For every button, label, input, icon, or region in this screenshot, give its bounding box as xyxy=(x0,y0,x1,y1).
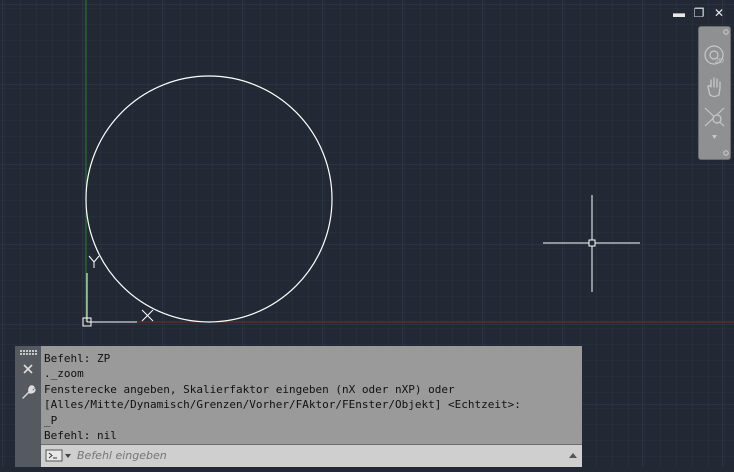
command-input[interactable] xyxy=(77,447,547,464)
steering-wheel-2d-icon[interactable]: 2D xyxy=(702,43,727,67)
navbar-settings-icon[interactable] xyxy=(723,150,729,156)
history-line: _P xyxy=(44,413,58,427)
history-line: [Alles/Mitte/Dynamisch/Grenzen/Vorher/FA… xyxy=(44,398,521,412)
minimize-button[interactable]: ▬ xyxy=(672,6,686,20)
history-line: Fensterecke angeben, Skalierfaktor einge… xyxy=(44,382,455,396)
command-history-arrow-icon[interactable] xyxy=(568,449,578,461)
command-window-handle[interactable] xyxy=(15,346,41,467)
viewport-window-controls: ▬ ❐ ✕ xyxy=(672,6,726,20)
navigation-bar[interactable]: 2D xyxy=(698,26,731,160)
command-input-row xyxy=(41,444,582,467)
svg-text:2D: 2D xyxy=(715,58,724,65)
zoom-dropdown-arrow-icon[interactable] xyxy=(702,129,727,139)
close-button[interactable]: ✕ xyxy=(712,6,726,20)
history-line: Befehl: ZP xyxy=(44,352,111,365)
command-window: Befehl: ZP ._zoom Fensterecke angeben, Ska… xyxy=(15,346,582,467)
navbar-close-icon[interactable] xyxy=(723,29,729,35)
history-line: ._zoom xyxy=(44,367,84,381)
command-history: Befehl: ZP ._zoom Fensterecke angeben, Ska… xyxy=(41,346,582,444)
command-prompt-icon[interactable] xyxy=(45,449,73,463)
history-line: Befehl: nil xyxy=(44,429,117,443)
close-icon[interactable] xyxy=(20,361,36,377)
zoom-extents-icon[interactable] xyxy=(702,105,727,129)
pan-hand-icon[interactable] xyxy=(702,75,727,99)
wrench-icon[interactable] xyxy=(20,384,36,400)
restore-button[interactable]: ❐ xyxy=(692,6,706,20)
grip-icon[interactable] xyxy=(20,350,37,356)
